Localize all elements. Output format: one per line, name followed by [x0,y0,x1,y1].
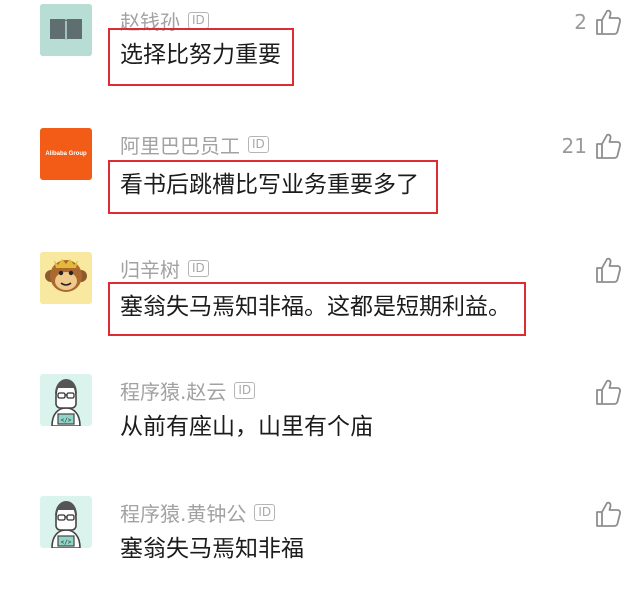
book-icon [40,4,92,56]
thumbs-up-icon [593,131,623,161]
avatar[interactable] [40,496,92,548]
programmer-icon [40,374,92,426]
like-button[interactable] [587,374,623,410]
comment-text: 选择比努力重要 [120,42,281,68]
comment-item: 程序猿.赵云 ID 从前有座山，山里有个庙 [0,374,641,490]
comment-text: 从前有座山，山里有个庙 [120,414,373,440]
comment-item: 程序猿.黄钟公 ID 塞翁失马焉知非福 [0,496,641,612]
like-count: 21 [561,134,587,158]
like-button[interactable] [587,496,623,532]
thumbs-up-icon [593,7,623,37]
avatar[interactable]: Alibaba Group [40,128,92,180]
thumbs-up-icon [593,377,623,407]
user-meta: 程序猿.黄钟公 ID [120,498,276,527]
id-badge: ID [188,259,209,277]
like-button[interactable] [587,252,623,288]
like-button[interactable]: 21 [562,128,623,164]
username[interactable]: 阿里巴巴员工 [120,130,240,159]
like-count: 2 [574,10,587,34]
id-badge: ID [234,381,256,399]
thumbs-up-icon [593,499,623,529]
username[interactable]: 程序猿.赵云 [120,376,226,405]
comment-text: 看书后跳槽比写业务重要多了 [120,172,419,198]
id-badge: ID [248,135,269,153]
user-meta: 阿里巴巴员工 ID [120,130,269,158]
comment-item: Alibaba Group 阿里巴巴员工 ID 看书后跳槽比写业务重要多了 21 [0,128,641,244]
avatar[interactable] [40,252,92,304]
programmer-icon [40,496,92,548]
user-meta: 归辛树 ID [120,254,209,282]
id-badge: ID [188,11,209,29]
like-button[interactable]: 2 [574,4,623,40]
username[interactable]: 程序猿.黄钟公 [120,498,246,527]
avatar[interactable] [40,4,92,56]
comment-text: 塞翁失马焉知非福。这都是短期利益。 [120,294,511,320]
username[interactable]: 归辛树 [120,254,180,283]
comment-item: 归辛树 ID 塞翁失马焉知非福。这都是短期利益。 [0,252,641,368]
id-badge: ID [254,503,276,521]
avatar[interactable] [40,374,92,426]
alibaba-logo-icon: Alibaba Group [45,151,87,157]
monkey-face-icon [40,252,92,304]
comment-item: 赵钱孙 ID 选择比努力重要 2 [0,4,641,120]
user-meta: 程序猿.赵云 ID [120,376,256,405]
thumbs-up-icon [593,255,623,285]
comment-text: 塞翁失马焉知非福 [120,536,304,562]
